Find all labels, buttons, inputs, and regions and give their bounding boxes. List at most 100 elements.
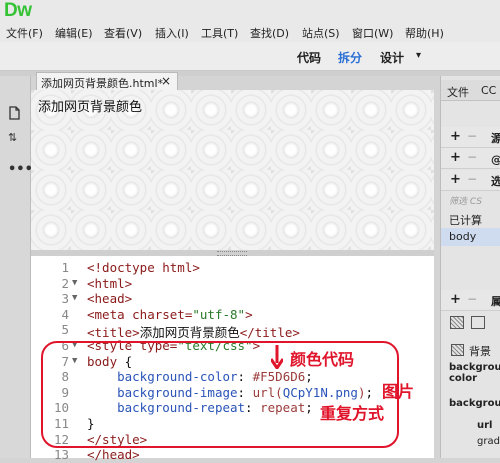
menu-site[interactable]: 站点(S) bbox=[302, 25, 340, 41]
add-icon[interactable]: + bbox=[450, 292, 461, 307]
menu-bar: 文件(F) 编辑(E) 查看(V) 插入(I) 工具(T) 查找(D) 站点(S… bbox=[0, 22, 500, 42]
tab-files[interactable]: 文件 bbox=[447, 84, 469, 100]
selector-item-label: body bbox=[449, 230, 477, 243]
split-view-button[interactable]: 拆分 bbox=[338, 49, 362, 66]
code-line[interactable]: 2 ▼ <html> bbox=[31, 276, 434, 292]
code-line[interactable]: 3 ▼ <head> bbox=[31, 291, 434, 307]
sort-icon[interactable]: ⇅ bbox=[8, 131, 17, 144]
text-icon[interactable] bbox=[471, 316, 485, 329]
code-text: body { bbox=[87, 353, 133, 369]
title-bar: Dw bbox=[0, 0, 500, 22]
remove-icon[interactable]: − bbox=[467, 172, 477, 186]
code-line[interactable]: 9 background-image: url(QCpY1N.png); bbox=[31, 385, 434, 401]
view-dropdown-icon[interactable]: ▾ bbox=[416, 50, 421, 61]
tab-cc[interactable]: CC bbox=[481, 84, 496, 97]
remove-icon[interactable]: − bbox=[467, 292, 477, 306]
code-line[interactable]: 13 </head> bbox=[31, 447, 434, 463]
panel-tabs: 文件 CC bbox=[441, 80, 500, 101]
fold-toggle-icon[interactable]: ▼ bbox=[72, 340, 77, 350]
menu-insert[interactable]: 插入(I) bbox=[155, 25, 189, 41]
design-view-button[interactable]: 设计 bbox=[380, 49, 404, 66]
menu-view[interactable]: 查看(V) bbox=[104, 25, 142, 41]
url-label: url bbox=[477, 420, 493, 431]
code-text: background-image: url(QCpY1N.png); bbox=[117, 384, 374, 400]
menu-file[interactable]: 文件(F) bbox=[6, 25, 43, 41]
annotation-image: 图片 bbox=[382, 382, 415, 401]
fold-toggle-icon[interactable]: ▼ bbox=[72, 293, 77, 303]
menu-edit[interactable]: 编辑(E) bbox=[55, 25, 93, 41]
background-label: background bbox=[449, 398, 500, 409]
line-number: 3 bbox=[61, 291, 69, 307]
code-text: <style type="text/css"> bbox=[87, 338, 261, 353]
code-text: </style> bbox=[87, 431, 148, 447]
background-title: 背景 bbox=[469, 345, 491, 358]
code-view-button[interactable]: 代码 bbox=[297, 49, 321, 66]
code-line[interactable]: 1 <!doctype html> bbox=[31, 260, 434, 276]
code-line[interactable]: 12 </style> bbox=[31, 432, 434, 448]
document-tab-title: 添加网页背景颜色.html* bbox=[41, 77, 164, 90]
design-view[interactable]: 添加网页背景颜色 bbox=[31, 90, 434, 250]
fold-toggle-icon[interactable]: ▼ bbox=[72, 356, 77, 366]
section-label: 源 bbox=[491, 132, 500, 145]
code-line[interactable]: 6 ▼ <style type="text/css"> bbox=[31, 338, 434, 354]
line-number: 6 bbox=[61, 338, 69, 353]
app-logo: Dw bbox=[4, 0, 32, 21]
line-number: 11 bbox=[53, 416, 69, 431]
new-document-icon[interactable] bbox=[8, 106, 21, 123]
selector-filter-input[interactable]: 筛选 CS bbox=[449, 194, 482, 207]
add-icon[interactable]: + bbox=[450, 129, 461, 144]
line-number: 10 bbox=[53, 400, 69, 416]
computed-label[interactable]: 已计算 bbox=[449, 212, 482, 228]
section-properties[interactable]: + − 属 bbox=[441, 290, 500, 311]
code-editor[interactable]: 1 <!doctype html> 2 ▼ <html> 3 ▼ <head> 4 <meta c… bbox=[31, 256, 434, 462]
menu-help[interactable]: 帮助(H) bbox=[405, 25, 444, 41]
left-toolbar: ⇅ ••• bbox=[0, 76, 33, 458]
code-line[interactable]: 5 <title>添加网页背景颜色</title> bbox=[31, 322, 434, 340]
remove-icon[interactable]: − bbox=[467, 150, 477, 164]
menu-find[interactable]: 查找(D) bbox=[250, 25, 289, 41]
line-number: 9 bbox=[61, 384, 69, 400]
add-icon[interactable]: + bbox=[450, 172, 461, 187]
annotation-repeat-mode: 重复方式 bbox=[320, 404, 385, 423]
code-line[interactable]: 8 background-color: #F5D6D6; bbox=[31, 369, 434, 385]
right-panel: 文件 CC + − 源 + − @媒 + − 选 筛选 CS 已计算 body … bbox=[440, 76, 500, 458]
code-text: } bbox=[87, 416, 95, 431]
line-number: 5 bbox=[61, 322, 69, 338]
line-number: 2 bbox=[61, 275, 69, 291]
annotation-color-code: 颜色代码 bbox=[290, 350, 355, 369]
section-media[interactable]: + − @媒 bbox=[441, 148, 500, 169]
remove-icon[interactable]: − bbox=[467, 129, 477, 143]
menu-window[interactable]: 窗口(W) bbox=[352, 25, 393, 41]
code-text: </head> bbox=[87, 447, 140, 463]
close-tab-icon[interactable]: × bbox=[161, 74, 171, 88]
line-number: 8 bbox=[61, 369, 69, 385]
fold-toggle-icon[interactable]: ▼ bbox=[72, 278, 77, 288]
section-label: 选 bbox=[491, 175, 500, 188]
grad-label: grad bbox=[477, 436, 500, 447]
line-number: 7 bbox=[61, 353, 69, 369]
design-heading-text: 添加网页背景颜色 bbox=[38, 100, 143, 115]
more-icon[interactable]: ••• bbox=[8, 162, 33, 177]
code-text: background-repeat: repeat; bbox=[117, 400, 313, 416]
code-text: background-color: #F5D6D6; bbox=[117, 369, 313, 385]
code-text: <html> bbox=[87, 275, 133, 291]
document-tab[interactable]: 添加网页背景颜色.html* × bbox=[36, 72, 178, 91]
bg-color-label: background-color bbox=[449, 362, 500, 384]
section-selectors[interactable]: + − 选 bbox=[441, 170, 500, 191]
code-text: <!doctype html> bbox=[87, 260, 200, 275]
menu-tools[interactable]: 工具(T) bbox=[201, 25, 238, 41]
code-text: <head> bbox=[87, 291, 133, 307]
add-icon[interactable]: + bbox=[450, 150, 461, 165]
line-number: 12 bbox=[53, 431, 69, 447]
code-text: <meta charset="utf-8"> bbox=[87, 306, 253, 322]
section-label: 属 bbox=[491, 295, 500, 308]
section-source[interactable]: + − 源 bbox=[441, 127, 500, 148]
line-number: 1 bbox=[61, 260, 69, 275]
line-number: 4 bbox=[61, 306, 69, 322]
arrow-down-icon bbox=[271, 345, 283, 369]
code-line[interactable]: 4 <meta charset="utf-8"> bbox=[31, 307, 434, 323]
code-line[interactable]: 7 ▼ body { bbox=[31, 354, 434, 370]
line-number: 13 bbox=[53, 447, 69, 463]
section-label: @媒 bbox=[491, 151, 500, 167]
layout-icon[interactable] bbox=[450, 316, 464, 329]
